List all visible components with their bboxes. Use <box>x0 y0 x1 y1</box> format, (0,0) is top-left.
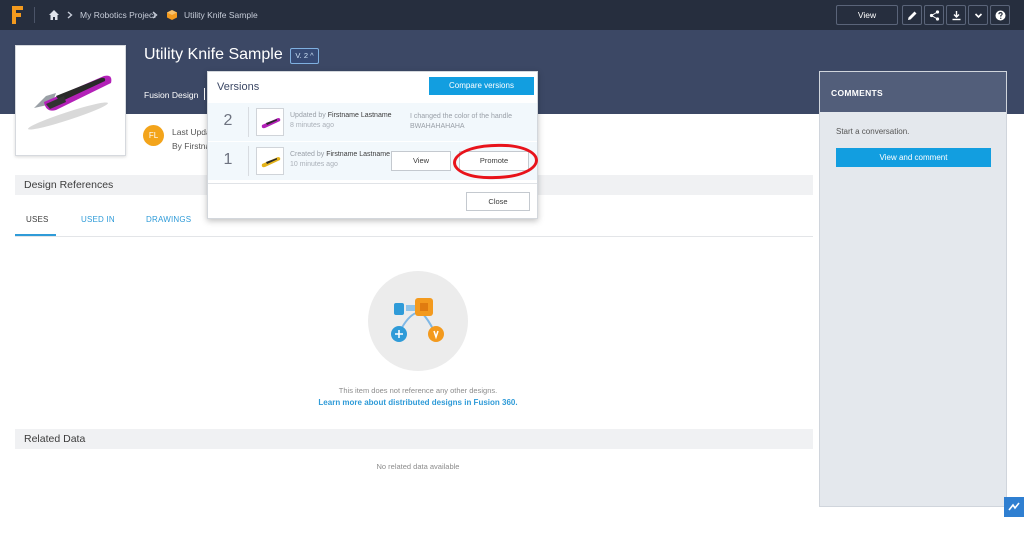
topbar-divider <box>34 7 35 23</box>
version-author: Created by Firstname Lastname <box>290 151 390 158</box>
updated-by-text: By Firstna <box>172 141 211 151</box>
utility-knife-image <box>28 75 112 130</box>
row-divider <box>248 107 249 137</box>
versions-popover: Versions Compare versions 2 Updated by F… <box>207 71 538 219</box>
chevron-right-icon <box>152 11 158 19</box>
learn-more-link[interactable]: Learn more about distributed designs in … <box>0 398 836 407</box>
edit-button[interactable] <box>902 5 922 25</box>
help-button[interactable] <box>990 5 1010 25</box>
promote-button[interactable]: Promote <box>459 151 529 171</box>
version-time: 8 minutes ago <box>290 122 334 129</box>
version-dropdown[interactable]: V. 2 ^ <box>290 48 319 64</box>
view-button[interactable]: View <box>836 5 898 25</box>
header-divider <box>204 88 205 100</box>
version-row-2[interactable]: 2 Updated by Firstname Lastname 8 minute… <box>208 103 537 141</box>
popover-divider <box>208 183 537 184</box>
design-cube-icon <box>167 10 177 20</box>
knife-thumbnail-purple <box>261 118 281 129</box>
compare-versions-button[interactable]: Compare versions <box>429 77 534 95</box>
version-row-1[interactable]: 1 Created by Firstname Lastname 10 minut… <box>208 142 537 180</box>
feedback-icon <box>1008 502 1020 511</box>
share-button[interactable] <box>924 5 944 25</box>
tab-used-in[interactable]: USED IN <box>81 215 115 224</box>
download-button[interactable] <box>946 5 966 25</box>
breadcrumb-current-item: Utility Knife Sample <box>184 10 258 20</box>
close-button[interactable]: Close <box>466 192 530 211</box>
design-thumbnail <box>15 45 126 156</box>
no-related-data-text: No related data available <box>376 462 460 471</box>
tab-uses[interactable]: USES <box>26 215 49 224</box>
top-bar: My Robotics Project Utility Knife Sample… <box>0 0 1024 30</box>
author-action: Updated by <box>290 112 326 119</box>
fusion-logo-icon[interactable] <box>10 5 24 25</box>
feedback-tab[interactable] <box>1004 497 1024 517</box>
section-title: Related Data <box>24 433 86 445</box>
chevron-up-icon: ^ <box>310 51 314 60</box>
pencil-icon <box>908 11 917 20</box>
start-conversation-text: Start a conversation. <box>836 127 910 136</box>
last-updated-text: Last Upda <box>172 127 211 137</box>
related-data-header: Related Data <box>15 429 813 449</box>
design-type-label: Fusion Design <box>144 90 199 100</box>
version-thumbnail <box>256 147 284 175</box>
comments-panel: COMMENTS Start a conversation. View and … <box>819 71 1007 507</box>
author-action: Created by <box>290 151 325 158</box>
versions-title: Versions <box>217 81 260 93</box>
version-number: 2 <box>223 112 233 129</box>
version-author: Updated by Firstname Lastname <box>290 112 392 119</box>
version-chip-label: V. 2 <box>295 51 309 60</box>
share-icon <box>929 10 940 21</box>
home-icon[interactable] <box>48 9 60 21</box>
version-thumbnail <box>256 108 284 136</box>
comments-header: COMMENTS <box>820 72 1006 112</box>
author-name: Firstname Lastname <box>327 112 392 119</box>
version-note: I changed the color of the handle BWAHAH… <box>410 113 512 130</box>
view-and-comment-button[interactable]: View and comment <box>836 148 991 167</box>
tab-divider <box>15 236 813 237</box>
design-title: Utility Knife Sample <box>144 46 283 63</box>
version-time: 10 minutes ago <box>290 161 338 168</box>
knife-thumbnail-yellow <box>261 157 281 168</box>
row-divider <box>248 146 249 176</box>
distributed-design-icon <box>391 298 444 342</box>
avatar: FL <box>143 125 164 146</box>
more-button[interactable] <box>968 5 988 25</box>
chevron-down-icon <box>974 13 983 19</box>
chevron-right-icon <box>67 11 73 19</box>
view-version-button[interactable]: View <box>391 151 451 171</box>
comments-title: COMMENTS <box>831 88 883 98</box>
empty-state-illustration <box>368 271 468 371</box>
section-title: Design References <box>24 179 114 191</box>
download-icon <box>952 11 961 21</box>
author-name: Firstname Lastname <box>326 151 391 158</box>
help-icon <box>995 10 1006 21</box>
tab-drawings[interactable]: DRAWINGS <box>146 215 191 224</box>
version-number: 1 <box>223 151 233 168</box>
breadcrumb-project-link[interactable]: My Robotics Project <box>80 0 156 30</box>
no-references-text: This item does not reference any other d… <box>338 386 498 395</box>
